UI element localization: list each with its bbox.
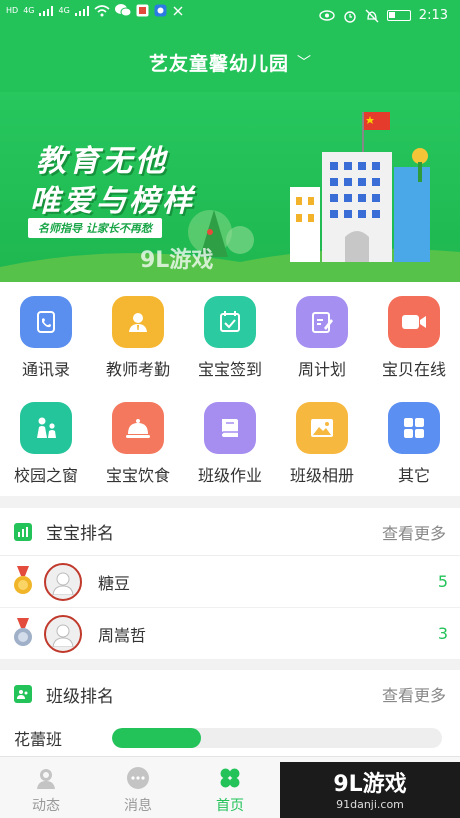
feed-icon — [33, 765, 59, 791]
grid-item-class-album[interactable]: 班级相册 — [276, 402, 368, 486]
checkin-calendar-icon — [204, 296, 256, 348]
rank-name: 糖豆 — [98, 573, 131, 593]
tab-home[interactable]: 首页 — [184, 765, 276, 815]
grid-item-others[interactable]: 其它 — [368, 402, 460, 486]
signal-4g-label-1: 4G — [23, 6, 35, 15]
grid-item-weekly-plan[interactable]: 周计划 — [276, 296, 368, 380]
app-notification-icon — [136, 4, 149, 17]
message-icon — [125, 765, 151, 791]
rank-score: 5 — [437, 572, 448, 591]
tab-label-home: 首页 — [216, 798, 244, 814]
grid-label-contacts: 通讯录 — [21, 360, 70, 379]
teacher-attendance-icon — [112, 296, 164, 348]
grid-item-campus-window[interactable]: 校园之窗 — [0, 402, 92, 486]
eye-icon — [319, 10, 335, 21]
status-right: 2:13 — [319, 8, 448, 23]
watermark-url: 91danji.com — [336, 798, 404, 811]
class-name: 花蕾班 — [14, 730, 63, 749]
wechat-icon — [114, 4, 131, 17]
more-apps-icon — [388, 402, 440, 454]
home-clover-icon — [217, 765, 243, 791]
status-time: 2:13 — [418, 8, 448, 23]
grid-item-baby-food[interactable]: 宝宝饮食 — [92, 402, 184, 486]
class-progress-track — [112, 728, 442, 748]
banner-slogan-line1: 教育无他 — [36, 144, 168, 179]
baby-rank-header: 宝宝排名 查看更多 — [0, 508, 460, 556]
tab-label-feed: 动态 — [32, 798, 60, 814]
grid-item-contacts[interactable]: 通讯录 — [0, 296, 92, 380]
avatar — [44, 614, 82, 653]
rank-row[interactable]: 周嵩哲 3 — [0, 608, 460, 660]
rank-name: 周嵩哲 — [98, 625, 147, 645]
class-rank-title: 班级排名 — [46, 686, 114, 707]
video-camera-icon — [388, 296, 440, 348]
class-rank-header: 班级排名 查看更多 — [0, 670, 460, 718]
class-rank-more-link[interactable]: 查看更多 — [382, 682, 446, 706]
rank-row[interactable]: 糖豆 5 — [0, 556, 460, 608]
grid-label-baby-online: 宝贝在线 — [381, 360, 446, 379]
translate-icon — [173, 6, 183, 15]
corner-watermark: 9L游戏 91danji.com — [280, 762, 460, 818]
tab-feed[interactable]: 动态 — [0, 765, 92, 815]
battery-icon — [386, 10, 411, 21]
status-left: HD 4G 4G — [6, 4, 184, 17]
class-rank-row[interactable]: 花蕾班 — [14, 726, 442, 750]
grid-label-teacher-attendance: 教师考勤 — [105, 360, 170, 379]
signal-icon-2 — [74, 5, 89, 16]
class-group-icon — [14, 685, 32, 703]
tab-messages[interactable]: 消息 — [92, 765, 184, 815]
grid-item-baby-checkin[interactable]: 宝宝签到 — [184, 296, 276, 380]
baby-rank-card: 宝宝排名 查看更多 糖豆 5 周嵩哲 3 — [0, 508, 460, 660]
campus-window-icon — [20, 402, 72, 454]
signal-icon — [39, 5, 54, 16]
gold-medal-icon — [12, 565, 34, 598]
baby-rank-more-link[interactable]: 查看更多 — [382, 520, 446, 544]
tab-label-messages: 消息 — [124, 798, 152, 814]
grid-label-others: 其它 — [397, 466, 430, 485]
top-header: 艺友童馨幼儿园 ﹀ — [0, 32, 460, 92]
baby-rank-title: 宝宝排名 — [46, 524, 114, 544]
location-app-icon — [154, 4, 167, 17]
avatar — [44, 562, 82, 601]
bar-chart-icon — [14, 522, 32, 541]
chevron-down-icon[interactable]: ﹀ — [297, 52, 311, 72]
grid-item-teacher-attendance[interactable]: 教师考勤 — [92, 296, 184, 380]
watermark-title: 9L游戏 — [333, 772, 407, 797]
banner-slogan-line2: 唯爱与榜样 — [30, 184, 195, 219]
grid-label-weekly-plan: 周计划 — [297, 360, 346, 379]
grid-label-class-album: 班级相册 — [289, 466, 354, 485]
banner-tagline: 名师指导 让家长不再愁 — [28, 218, 162, 238]
school-name-selector[interactable]: 艺友童馨幼儿园 — [149, 49, 289, 76]
grid-label-campus-window: 校园之窗 — [13, 466, 78, 485]
silver-medal-icon — [12, 617, 34, 650]
rank-score: 3 — [437, 624, 448, 643]
banner-watermark: 9L游戏 — [140, 248, 214, 273]
status-bar: HD 4G 4G 2:13 — [0, 0, 460, 32]
promo-banner[interactable]: 教育无他 唯爱与榜样 名师指导 让家长不再愁 9L游戏 — [0, 92, 460, 282]
edit-plan-icon — [296, 296, 348, 348]
hd-label: HD — [6, 6, 19, 15]
photo-album-icon — [296, 402, 348, 454]
class-progress-fill — [112, 728, 202, 748]
alarm-icon — [344, 10, 356, 23]
mute-bell-icon — [365, 9, 379, 22]
homework-book-icon — [204, 402, 256, 454]
grid-label-baby-food: 宝宝饮食 — [105, 466, 170, 485]
grid-item-class-homework[interactable]: 班级作业 — [184, 402, 276, 486]
grid-label-baby-checkin: 宝宝签到 — [197, 360, 262, 379]
grid-label-class-homework: 班级作业 — [197, 466, 262, 485]
feature-grid: 通讯录 教师考勤 宝宝签到 周计划 宝贝在线 校园之窗 宝宝饮食 班级作业 班级… — [0, 282, 460, 496]
wifi-icon — [94, 4, 110, 16]
grid-item-baby-online[interactable]: 宝贝在线 — [368, 296, 460, 380]
food-cloche-icon — [112, 402, 164, 454]
contacts-icon — [20, 296, 72, 348]
class-rank-card: 班级排名 查看更多 花蕾班 — [0, 670, 460, 756]
signal-4g-label-2: 4G — [58, 6, 70, 15]
